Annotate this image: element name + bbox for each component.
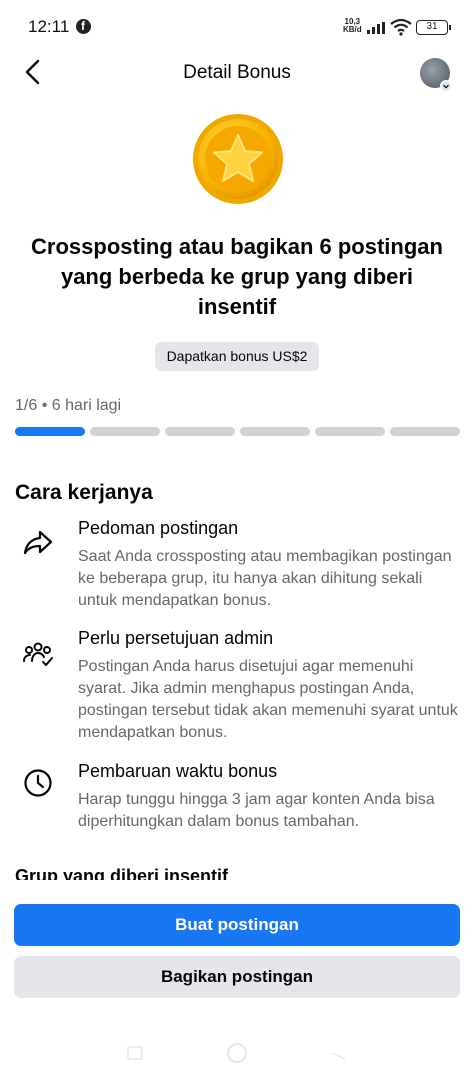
bonus-amount-chip: Dapatkan bonus US$2 [155,342,319,371]
network-speed: 10,3 KB/d [343,18,362,34]
step-title: Pembaruan waktu bonus [78,761,278,781]
step-title: Pedoman postingan [78,518,239,538]
step-description: Saat Anda crossposting atau membagikan p… [78,548,452,609]
progress-segment-complete [15,427,85,436]
create-post-button[interactable]: Buat postingan [14,904,460,946]
facebook-notification-icon: f [76,19,91,34]
section-title-how-it-works: Cara kerjanya [15,481,153,504]
section-title-incentivized-groups: Grup yang diberi insentif [15,866,229,880]
system-nav-bar [0,1030,474,1079]
clock-icon [24,769,52,797]
step-title: Perlu persetujuan admin [78,628,274,648]
progress-segment-pending [165,427,235,436]
wifi-icon [390,18,412,36]
bonus-title: Crossposting atau bagikan 6 postingan ya… [31,234,443,319]
progress-segment-pending [390,427,460,436]
step-description: Postingan Anda harus disetujui agar meme… [78,658,458,741]
signal-icon [367,22,385,34]
progress-segment-pending [315,427,385,436]
status-bar: 12:11 f 10,3 KB/d 31 [0,0,474,56]
group-approval-icon [23,642,53,666]
net-speed-unit: KB/d [343,25,362,34]
battery-level: 31 [426,21,438,32]
progress-segment-pending [90,427,160,436]
share-post-button[interactable]: Bagikan postingan [14,956,460,998]
progress-text: 1/6 • 6 hari lagi [15,397,122,414]
share-arrow-icon [23,530,53,555]
recent-apps-button[interactable] [127,1046,143,1060]
system-back-button[interactable] [330,1046,346,1060]
star-coin-icon [193,114,283,204]
home-button[interactable] [227,1043,247,1063]
chevron-down-icon[interactable] [440,80,452,92]
progress-bar [15,427,460,436]
status-time: 12:11 [28,17,70,36]
progress-segment-pending [240,427,310,436]
page-title: Detail Bonus [183,62,291,83]
app-header: Detail Bonus [0,56,474,92]
battery-icon: 31 [416,20,451,35]
step-description: Harap tunggu hingga 3 jam agar konten An… [78,791,435,830]
